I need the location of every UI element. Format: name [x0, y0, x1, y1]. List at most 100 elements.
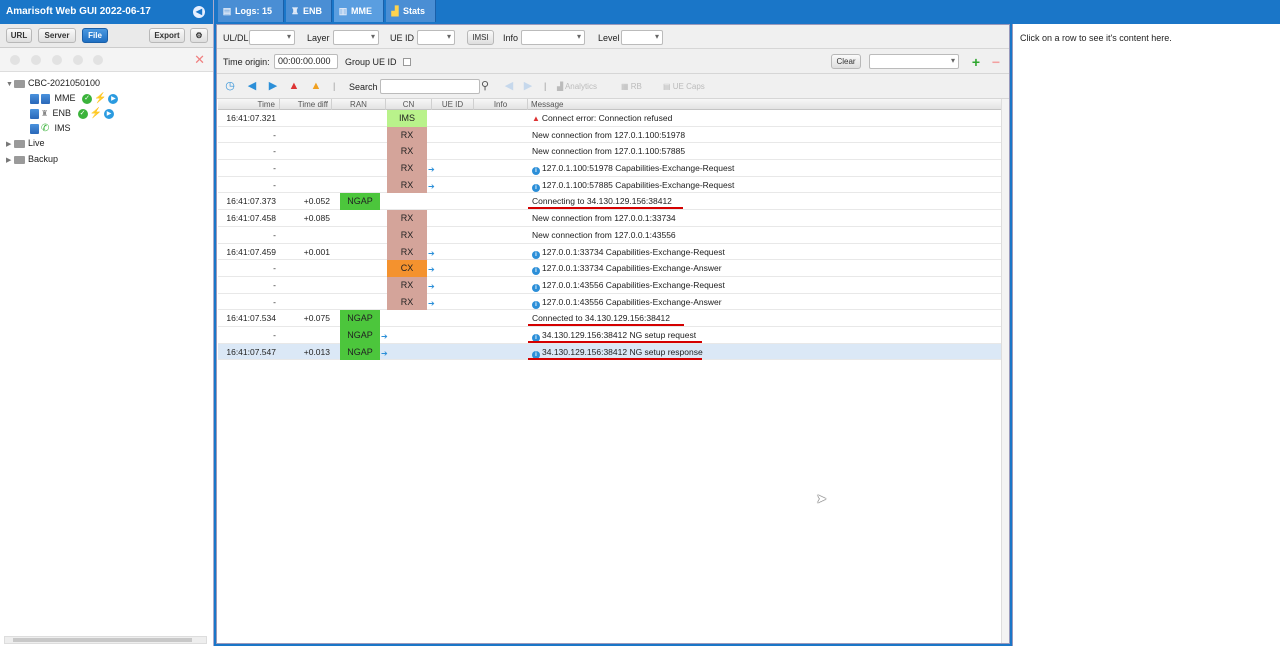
col-time-diff[interactable]: Time diff: [280, 99, 332, 110]
direction-arrow-icon: ➔: [428, 281, 435, 291]
tree-item-enb[interactable]: ♜ ENB ✓ ⚡ ▶: [30, 106, 114, 120]
table-row[interactable]: 16:41:07.321 IMS ▲ Connect error: Connectio…: [218, 110, 1002, 127]
layer-select[interactable]: [333, 30, 379, 45]
settings-icon[interactable]: ⚙: [190, 28, 208, 43]
cell-time-diff: +0.001: [303, 246, 330, 257]
table-row[interactable]: 16:41:07.547 +0.013 NGAP ➔ i 34.130.129.156:3…: [218, 343, 1002, 361]
ran-badge: NGAP: [340, 326, 380, 344]
preset-select[interactable]: [869, 54, 959, 69]
cell-time: 16:41:07.534: [226, 313, 276, 324]
tab-stats[interactable]: ▟ Stats: [386, 0, 436, 22]
table-row[interactable]: - RX ➔ i 127.0.1.100:51978 Capabilities-Exch…: [218, 160, 1002, 177]
level-select[interactable]: [621, 30, 663, 45]
next-icon[interactable]: ▶: [266, 79, 280, 93]
table-row[interactable]: - RX New connection from 127.0.1.100:57885: [218, 143, 1002, 161]
table-row[interactable]: 16:41:07.458 +0.085 RX New connection from …: [218, 210, 1002, 227]
server-button[interactable]: Server: [38, 28, 76, 43]
table-row[interactable]: 16:41:07.459 +0.001 RX ➔ i 127.0.0.1:33734 Ca…: [218, 243, 1002, 261]
tree-folder-live[interactable]: ▶ Live: [6, 136, 45, 150]
table-row[interactable]: - RX ➔ i 127.0.0.1:43556 Capabilities-Exchan…: [218, 276, 1002, 294]
forward-icon[interactable]: ▶: [521, 79, 535, 93]
url-button[interactable]: URL: [6, 28, 32, 43]
tab-label: Logs: 15: [235, 6, 273, 16]
expand-icon[interactable]: ▶: [6, 138, 14, 152]
vertical-scrollbar[interactable]: [1001, 99, 1009, 643]
error-filter-icon[interactable]: ▲: [287, 79, 301, 93]
tree-folder-backup[interactable]: ▶ Backup: [6, 152, 58, 166]
prev-icon[interactable]: ◀: [245, 79, 259, 93]
info-select[interactable]: [521, 30, 585, 45]
col-ran[interactable]: RAN: [332, 99, 386, 110]
tree-folder-label: Backup: [28, 154, 59, 164]
cell-time: 16:41:07.321: [226, 113, 276, 123]
tab-logs[interactable]: ▤ Logs: 15: [218, 0, 284, 22]
stop-icon[interactable]: [73, 55, 83, 65]
expand-icon[interactable]: ▶: [6, 154, 14, 168]
ue-caps-button[interactable]: ▤ UE Caps: [663, 82, 705, 91]
cell-ran: [340, 160, 380, 176]
clock-icon[interactable]: ◷: [223, 79, 237, 93]
cell-time-diff: [282, 110, 330, 126]
table-row[interactable]: - RX New connection from 127.0.0.1:43556: [218, 226, 1002, 244]
remove-icon[interactable]: −: [989, 55, 1003, 69]
expand-icon[interactable]: ▼: [6, 78, 14, 92]
cell-time: 16:41:07.373: [226, 196, 276, 207]
horizontal-scrollbar[interactable]: [4, 636, 207, 644]
binoculars-icon[interactable]: ⚲: [478, 79, 492, 93]
tree-item-mme[interactable]: MME ✓ ⚡ ▶: [30, 91, 119, 105]
table-row[interactable]: - RX New connection from 127.0.1.100:51978: [218, 126, 1002, 144]
col-info[interactable]: Info: [474, 99, 528, 110]
play-icon[interactable]: ▶: [104, 108, 114, 119]
time-origin-input[interactable]: 00:00:00.000: [274, 54, 338, 69]
search-input[interactable]: [380, 79, 480, 94]
warning-filter-icon[interactable]: ▲: [309, 79, 323, 93]
ue-caps-label: UE Caps: [672, 82, 705, 91]
tree-item-ims[interactable]: ✆ IMS: [30, 121, 71, 135]
check-icon[interactable]: [31, 55, 41, 65]
col-cn[interactable]: CN: [386, 99, 432, 110]
cell-time-diff: [282, 260, 330, 276]
annotation-underline: [528, 324, 684, 327]
ueid-select[interactable]: [417, 30, 455, 45]
table-row[interactable]: - RX ➔ i 127.0.0.1:43556 Capabilities-Exchan…: [218, 293, 1002, 311]
refresh-icon[interactable]: [52, 55, 62, 65]
back-icon[interactable]: ◀: [502, 79, 516, 93]
scrollbar-thumb[interactable]: [13, 638, 192, 642]
rb-button[interactable]: ▦ RB: [621, 82, 642, 91]
edit-icon[interactable]: [10, 55, 20, 65]
cell-message: i 127.0.1.100:57885 Capabilities-Exchange…: [530, 177, 1000, 193]
delete-icon[interactable]: ✕: [194, 52, 205, 68]
collapse-panel-icon[interactable]: ◀: [193, 6, 205, 18]
tree-item-label: ENB: [52, 108, 72, 118]
table-row[interactable]: - NGAP ➔ i 34.130.129.156:38412 NG setup req…: [218, 326, 1002, 344]
table-row[interactable]: - RX ➔ i 127.0.1.100:57885 Capabilities-Exch…: [218, 176, 1002, 194]
clear-button[interactable]: Clear: [831, 54, 861, 69]
cell-time-diff: +0.052: [303, 196, 330, 207]
cell-cn: [387, 193, 427, 209]
table-row[interactable]: - CX ➔ i 127.0.0.1:33734 Capabilities-Exchan…: [218, 260, 1002, 277]
status-ok-icon: ✓: [77, 108, 88, 119]
direction-arrow-icon: ➔: [428, 181, 435, 191]
col-time[interactable]: Time: [218, 99, 280, 110]
col-message[interactable]: Message: [528, 99, 1002, 110]
add-icon[interactable]: +: [969, 55, 983, 69]
tab-enb[interactable]: ♜ ENB: [286, 0, 332, 22]
server-icon: [30, 108, 39, 119]
file-button[interactable]: File: [82, 28, 108, 43]
analytics-button[interactable]: ▟ Analytics: [557, 82, 597, 91]
table-row[interactable]: 16:41:07.373 +0.052 NGAP Connecting to 34.1…: [218, 193, 1002, 211]
play-icon[interactable]: ▶: [108, 93, 119, 104]
tree-root[interactable]: ▼ CBC-2021050100: [6, 76, 100, 90]
uldl-select[interactable]: [249, 30, 295, 45]
group-ueid-checkbox[interactable]: [403, 58, 411, 66]
imsi-button[interactable]: IMSI: [467, 30, 494, 45]
layer-label: Layer: [307, 33, 330, 43]
rb-label: RB: [630, 82, 642, 91]
export-button[interactable]: Export: [149, 28, 185, 43]
cell-ran: [340, 294, 380, 310]
cell-cn: RX: [387, 126, 427, 144]
tab-mme[interactable]: ▥ MME: [334, 0, 384, 22]
col-ue-id[interactable]: UE ID: [432, 99, 474, 110]
sound-icon[interactable]: [93, 55, 103, 65]
table-row[interactable]: 16:41:07.534 +0.075 NGAP Connected to 34.13…: [218, 310, 1002, 327]
